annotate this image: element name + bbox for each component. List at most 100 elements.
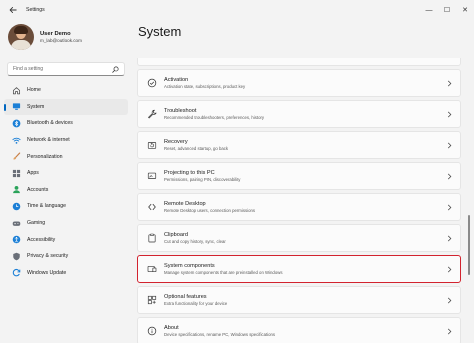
activation-icon — [146, 77, 158, 89]
close-button[interactable]: ✕ — [456, 0, 474, 20]
sidebar-item-time-language[interactable]: Time & language — [4, 198, 128, 215]
sidebar-item-personalization[interactable]: Personalization — [4, 148, 128, 165]
settings-card-clipboard[interactable]: Clipboard Cut and copy history, sync, cl… — [137, 224, 461, 252]
sidebar-item-label: System — [27, 103, 45, 110]
apps-icon — [12, 169, 21, 178]
card-subtitle: Activation state, subscriptions, product… — [164, 84, 246, 90]
card-title: Optional features — [164, 293, 207, 300]
sidebar-item-home[interactable]: Home — [4, 82, 128, 99]
sidebar-item-label: Accessibility — [27, 236, 56, 243]
sidebar-item-windows-update[interactable]: Windows Update — [4, 265, 128, 282]
search-icon[interactable] — [112, 65, 119, 73]
search-input[interactable] — [13, 66, 112, 72]
settings-card-system-components[interactable]: System components Manage system componen… — [137, 255, 461, 283]
scrollbar[interactable] — [468, 215, 470, 275]
info-icon — [146, 325, 158, 337]
sidebar-item-label: Time & language — [27, 203, 67, 210]
gaming-icon — [12, 219, 21, 228]
chevron-right-icon — [446, 141, 452, 149]
sidebar-item-label: Accounts — [27, 186, 49, 193]
card-subtitle: Permissions, pairing PIN, discoverabilit… — [164, 177, 241, 183]
sidebar-item-system[interactable]: System — [4, 98, 128, 116]
card-title: About — [164, 324, 179, 331]
card-title: Projecting to this PC — [164, 169, 215, 176]
app-title: Settings — [26, 7, 45, 13]
settings-card-optional-features[interactable]: Optional features Extra functionality fo… — [137, 286, 461, 314]
sidebar-item-gaming[interactable]: Gaming — [4, 215, 128, 232]
recovery-icon — [146, 139, 158, 151]
search-box[interactable] — [7, 62, 125, 76]
settings-card-troubleshoot[interactable]: Troubleshoot Recommended troubleshooters… — [137, 100, 461, 128]
accounts-icon — [12, 185, 21, 194]
profile-name: User Demo — [40, 31, 71, 37]
back-button[interactable] — [6, 3, 20, 17]
chevron-right-icon — [446, 234, 452, 242]
sidebar-item-label: Gaming — [27, 220, 46, 227]
wrench-icon — [146, 108, 158, 120]
sidebar-item-network[interactable]: Network & internet — [4, 132, 128, 149]
optional-features-icon — [146, 294, 158, 306]
sidebar-item-label: Bluetooth & devices — [27, 120, 73, 127]
sidebar: User Demo m_lab@outlook.com Home Syste — [0, 20, 132, 343]
sidebar-item-accessibility[interactable]: Accessibility — [4, 231, 128, 248]
nav-list: Home System Bluetooth & devices Network … — [4, 82, 128, 281]
brush-icon — [12, 152, 21, 161]
chevron-right-icon — [446, 203, 452, 211]
card-title: Activation — [164, 76, 189, 83]
settings-card-about[interactable]: About Device specifications, rename PC, … — [137, 317, 461, 343]
settings-card-remote-desktop[interactable]: Remote Desktop Remote Desktop users, con… — [137, 193, 461, 221]
card-subtitle: Reset, advanced startup, go back — [164, 146, 229, 152]
sidebar-item-label: Privacy & security — [27, 253, 69, 260]
settings-card-projecting[interactable]: Projecting to this PC Permissions, pairi… — [137, 162, 461, 190]
settings-window: Settings — ☐ ✕ User Demo m_lab@outlook.c… — [0, 0, 474, 343]
network-icon — [12, 136, 21, 145]
settings-card-partial[interactable] — [137, 58, 461, 66]
profile-email: m_lab@outlook.com — [40, 38, 82, 43]
projecting-icon — [146, 170, 158, 182]
home-icon — [12, 86, 21, 95]
sidebar-item-label: Personalization — [27, 153, 63, 160]
system-icon — [12, 102, 21, 111]
title-bar: Settings — ☐ ✕ — [0, 0, 474, 20]
card-title: Recovery — [164, 138, 188, 145]
card-title: Remote Desktop — [164, 200, 206, 207]
maximize-button[interactable]: ☐ — [438, 0, 456, 20]
card-subtitle: Device specifications, rename PC, Window… — [164, 332, 276, 338]
sidebar-item-label: Network & internet — [27, 137, 70, 144]
sidebar-item-label: Apps — [27, 170, 39, 177]
window-controls: — ☐ ✕ — [420, 0, 474, 20]
update-icon — [12, 268, 21, 277]
user-profile[interactable]: User Demo m_lab@outlook.com — [8, 24, 82, 50]
chevron-right-icon — [446, 327, 452, 335]
card-title: System components — [164, 262, 215, 269]
sidebar-item-apps[interactable]: Apps — [4, 165, 128, 182]
chevron-right-icon — [446, 296, 452, 304]
system-components-icon — [146, 263, 158, 275]
minimize-button[interactable]: — — [420, 0, 438, 20]
accessibility-icon — [12, 235, 21, 244]
card-title: Clipboard — [164, 231, 188, 238]
card-subtitle: Remote Desktop users, connection permiss… — [164, 208, 255, 214]
time-icon — [12, 202, 21, 211]
clipboard-icon — [146, 232, 158, 244]
shield-icon — [12, 252, 21, 261]
avatar — [8, 24, 34, 50]
chevron-right-icon — [446, 110, 452, 118]
chevron-right-icon — [446, 79, 452, 87]
settings-card-recovery[interactable]: Recovery Reset, advanced startup, go bac… — [137, 131, 461, 159]
page-title: System — [138, 24, 182, 39]
settings-card-activation[interactable]: Activation Activation state, subscriptio… — [137, 69, 461, 97]
chevron-right-icon — [446, 265, 452, 273]
sidebar-item-privacy-security[interactable]: Privacy & security — [4, 248, 128, 265]
sidebar-item-label: Home — [27, 87, 41, 94]
card-subtitle: Recommended troubleshooters, preferences… — [164, 115, 265, 121]
remote-desktop-icon — [146, 201, 158, 213]
card-subtitle: Manage system components that are preins… — [164, 270, 283, 276]
card-subtitle: Extra functionality for your device — [164, 301, 228, 307]
sidebar-item-accounts[interactable]: Accounts — [4, 182, 128, 199]
settings-list: Activation Activation state, subscriptio… — [137, 56, 461, 343]
bluetooth-icon — [12, 119, 21, 128]
card-title: Troubleshoot — [164, 107, 197, 114]
card-subtitle: Cut and copy history, sync, clear — [164, 239, 226, 245]
sidebar-item-bluetooth[interactable]: Bluetooth & devices — [4, 115, 128, 132]
